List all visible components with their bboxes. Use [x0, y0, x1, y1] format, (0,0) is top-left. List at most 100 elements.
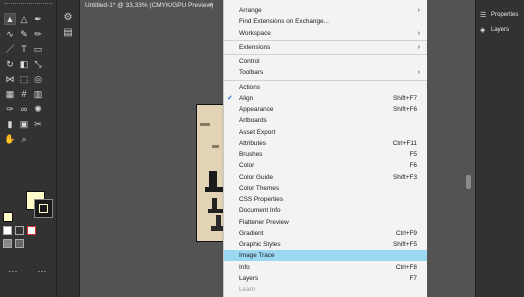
menu-item-label: Arrange: [239, 7, 262, 14]
default-fill-stroke-icon[interactable]: [3, 212, 13, 222]
menu-item-label: Brushes: [239, 151, 263, 158]
gradient-mode-button[interactable]: [15, 226, 24, 235]
collapsed-panel-strip: ⚙ ▤: [57, 0, 80, 297]
blend-tool-icon[interactable]: ∞: [19, 104, 29, 114]
menu-item-toolbars[interactable]: Toolbars ›: [224, 67, 427, 78]
menu-item-label: Control: [239, 58, 260, 65]
rectangle-tool-icon[interactable]: ▭: [33, 44, 43, 54]
screen-mode-icon[interactable]: [15, 239, 24, 248]
draw-mode-icon[interactable]: [3, 239, 12, 248]
shape-builder-tool-icon[interactable]: ◎: [33, 74, 43, 84]
type-tool-icon[interactable]: T: [19, 44, 29, 54]
slice-tool-icon[interactable]: ✂: [33, 119, 43, 129]
menu-item-actions[interactable]: Actions: [224, 82, 427, 93]
menu-item-color[interactable]: Color F6: [224, 160, 427, 171]
none-mode-button[interactable]: [27, 226, 36, 235]
submenu-chevron-icon: ›: [417, 29, 420, 37]
libraries-icon[interactable]: ⚙: [62, 12, 74, 24]
menu-item-graphic-styles[interactable]: Graphic Styles Shift+F5: [224, 239, 427, 250]
gradient-tool-icon[interactable]: ▥: [33, 89, 43, 99]
perspective-tool-icon[interactable]: ▦: [5, 89, 15, 99]
mesh-tool-icon[interactable]: #: [19, 89, 29, 99]
menu-item-gradient[interactable]: Gradient Ctrl+F9: [224, 228, 427, 239]
image-faint-mark: [212, 145, 219, 148]
properties-label: Properties: [491, 12, 519, 18]
menu-item-workspace[interactable]: Workspace ›: [224, 28, 427, 39]
pen-tool-icon[interactable]: ✒: [33, 14, 43, 24]
layers-panel-button[interactable]: ◈ Layers: [476, 24, 524, 37]
properties-panel-button[interactable]: ☰ Properties: [476, 9, 524, 22]
direct-select-tool-icon[interactable]: △: [19, 14, 29, 24]
menu-item-info[interactable]: Info Ctrl+F8: [224, 262, 427, 273]
menu-item-find-extensions-on-exchange[interactable]: Find Extensions on Exchange...: [224, 16, 427, 27]
scale-tool-icon[interactable]: ⤡: [33, 59, 43, 69]
line-tool-icon[interactable]: ／: [5, 44, 15, 54]
menu-item-appearance[interactable]: Appearance Shift+F6: [224, 104, 427, 115]
menu-item-label: Color Guide: [239, 173, 274, 181]
menu-item-extensions[interactable]: Extensions ›: [224, 42, 427, 53]
menu-item-attributes[interactable]: Attributes Ctrl+F11: [224, 138, 427, 149]
menu-item-asset-export[interactable]: Asset Export: [224, 127, 427, 138]
stroke-swatch[interactable]: [34, 199, 53, 218]
menu-item-label: Actions: [239, 83, 260, 91]
menu-item-shortcut: Shift+F6: [393, 106, 417, 113]
curvature-tool-icon[interactable]: ∿: [5, 29, 15, 39]
menu-item-label: Extensions: [239, 43, 271, 51]
menu-item-arrange[interactable]: Arrange ›: [224, 5, 427, 16]
placed-image: [197, 105, 226, 241]
edit-toolbar-icon[interactable]: ···: [33, 266, 51, 276]
menu-item-label: Find Extensions on Exchange...: [239, 18, 329, 26]
eyedropper-tool-icon[interactable]: ✑: [5, 104, 15, 114]
menu-item-brushes[interactable]: Brushes F5: [224, 149, 427, 160]
menu-item-image-trace[interactable]: Image Trace: [224, 250, 427, 262]
menu-item-document-info[interactable]: Document Info: [224, 205, 427, 216]
menu-item-learn: Learn: [224, 284, 427, 295]
window-menu-dropdown: Arrange › Find Extensions on Exchange... Wo…: [223, 0, 428, 297]
menu-item-shortcut: F7: [409, 274, 417, 282]
menu-item-color-themes[interactable]: Color Themes: [224, 183, 427, 194]
select-tool-icon[interactable]: ▲: [4, 13, 16, 25]
close-tab-icon[interactable]: ×: [209, 0, 213, 12]
free-transform-tool-icon[interactable]: ⬚: [19, 74, 29, 84]
width-tool-icon[interactable]: ⋈: [5, 74, 15, 84]
document-icon[interactable]: ▤: [62, 27, 74, 39]
image-dark-mark: [205, 187, 225, 192]
rotate-tool-icon[interactable]: ↻: [5, 59, 15, 69]
menu-item-artboards[interactable]: Artboards: [224, 115, 427, 126]
menu-item-shortcut: Ctrl+F8: [395, 263, 417, 271]
hand-tool-icon[interactable]: ✋: [4, 134, 15, 144]
menu-item-shortcut: F6: [409, 162, 417, 170]
menu-item-shortcut: Shift+F3: [393, 173, 417, 181]
pencil-tool-icon[interactable]: ✏: [33, 29, 43, 39]
artboard-tool-icon[interactable]: ▣: [19, 119, 29, 129]
zoom-tool-icon[interactable]: ⌕: [19, 134, 29, 144]
symbol-sprayer-tool-icon[interactable]: ✺: [33, 104, 43, 114]
menu-item-control[interactable]: Control: [224, 56, 427, 67]
menu-item-label: Asset Export: [239, 128, 276, 136]
submenu-chevron-icon: ›: [417, 43, 420, 51]
menu-item-flattener-preview[interactable]: Flattener Preview: [224, 217, 427, 228]
menu-item-label: Learn: [239, 286, 256, 293]
more-tools-icon[interactable]: ···: [4, 266, 22, 276]
menu-item-color-guide[interactable]: Color Guide Shift+F3: [224, 172, 427, 183]
color-mode-button[interactable]: [3, 226, 12, 235]
menu-item-shortcut: Ctrl+F11: [392, 139, 417, 147]
eraser-tool-icon[interactable]: ◧: [19, 59, 29, 69]
vertical-scrollbar-thumb[interactable]: [466, 175, 471, 189]
menu-item-layers[interactable]: Layers F7: [224, 273, 427, 284]
column-graph-tool-icon[interactable]: ▮: [5, 119, 15, 129]
menu-item-label: Artboards: [239, 117, 267, 125]
menu-item-shortcut: Shift+F5: [393, 241, 417, 248]
menu-item-label: Workspace: [239, 29, 271, 37]
toolbar-grip[interactable]: [4, 3, 52, 6]
menu-item-align[interactable]: ✔ Align Shift+F7: [224, 93, 427, 104]
menu-item-shortcut: Shift+F7: [393, 94, 417, 102]
menu-item-label: CSS Properties: [239, 196, 284, 203]
panel-dock: ☰ Properties ◈ Layers: [475, 0, 524, 297]
menu-separator: [224, 39, 427, 41]
brush-tool-icon[interactable]: ✎: [19, 29, 29, 39]
document-tab[interactable]: Untitled-1* @ 33,33% (CMYK/GPU Preview) …: [80, 0, 225, 12]
image-faint-mark: [200, 123, 210, 126]
menu-item-css-properties[interactable]: CSS Properties: [224, 194, 427, 205]
menu-item-label: Graphic Styles: [239, 241, 281, 248]
